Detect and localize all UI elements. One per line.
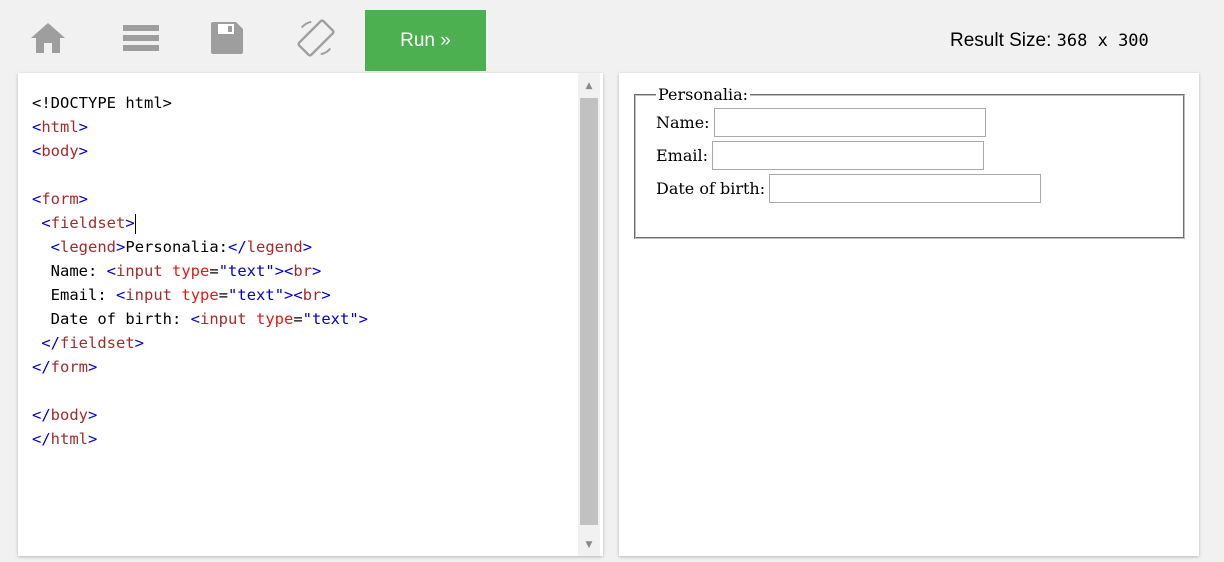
code-line: Date of birth: <input type="text"> [32,310,369,328]
home-icon[interactable] [28,18,68,58]
code-line: <body> [32,142,89,160]
code-line: </form> [32,358,98,376]
code-line: Email: <input type="text"><br> [32,286,331,304]
code-line: </body> [32,406,98,424]
code-line: <html> [32,118,89,136]
toolbar: Run » Result Size: 368 x 300 [0,0,1224,72]
email-label: Email: [656,146,709,165]
text-caret [134,213,136,234]
run-button[interactable]: Run » [365,10,486,71]
dob-label: Date of birth: [656,179,766,198]
scrollbar-thumb[interactable] [580,98,598,525]
scroll-down-arrow-icon[interactable]: ▼ [578,536,600,554]
result-panel: Personalia: Name: Email: Date of birth: [619,73,1199,556]
code-line: <form> [32,190,89,208]
code-line: <!DOCTYPE html> [32,94,172,112]
scroll-up-arrow-icon[interactable]: ▲ [578,77,600,95]
name-input[interactable] [713,108,986,137]
code-line: <legend>Personalia:</legend> [50,238,313,256]
editor-scrollbar[interactable]: ▲ ▼ [578,73,600,556]
code-editor[interactable]: <!DOCTYPE html> <html> <body> <form> <fiel… [18,73,603,556]
result-size-label: Result Size: [950,30,1052,51]
email-row: Email: [656,139,1171,172]
menu-icon[interactable] [121,18,161,58]
save-icon[interactable] [207,18,247,58]
name-row: Name: [656,106,1171,139]
dob-input[interactable] [769,174,1042,203]
result-legend: Personalia: [658,85,749,104]
result-size: Result Size: 368 x 300 [950,30,1149,52]
code-area[interactable]: <!DOCTYPE html> <html> <body> <form> <fiel… [32,91,368,451]
name-label: Name: [656,113,710,132]
code-line: </fieldset> [41,334,145,352]
code-line: <fieldset> [41,213,136,234]
rotate-icon[interactable] [296,18,336,58]
code-line: Name: <input type="text"><br> [32,262,322,280]
code-line: </html> [32,430,98,448]
email-input[interactable] [712,141,985,170]
dob-row: Date of birth: [656,172,1171,205]
result-fieldset: Personalia: Name: Email: Date of birth: [634,85,1185,239]
result-size-value: 368 x 300 [1056,31,1149,51]
